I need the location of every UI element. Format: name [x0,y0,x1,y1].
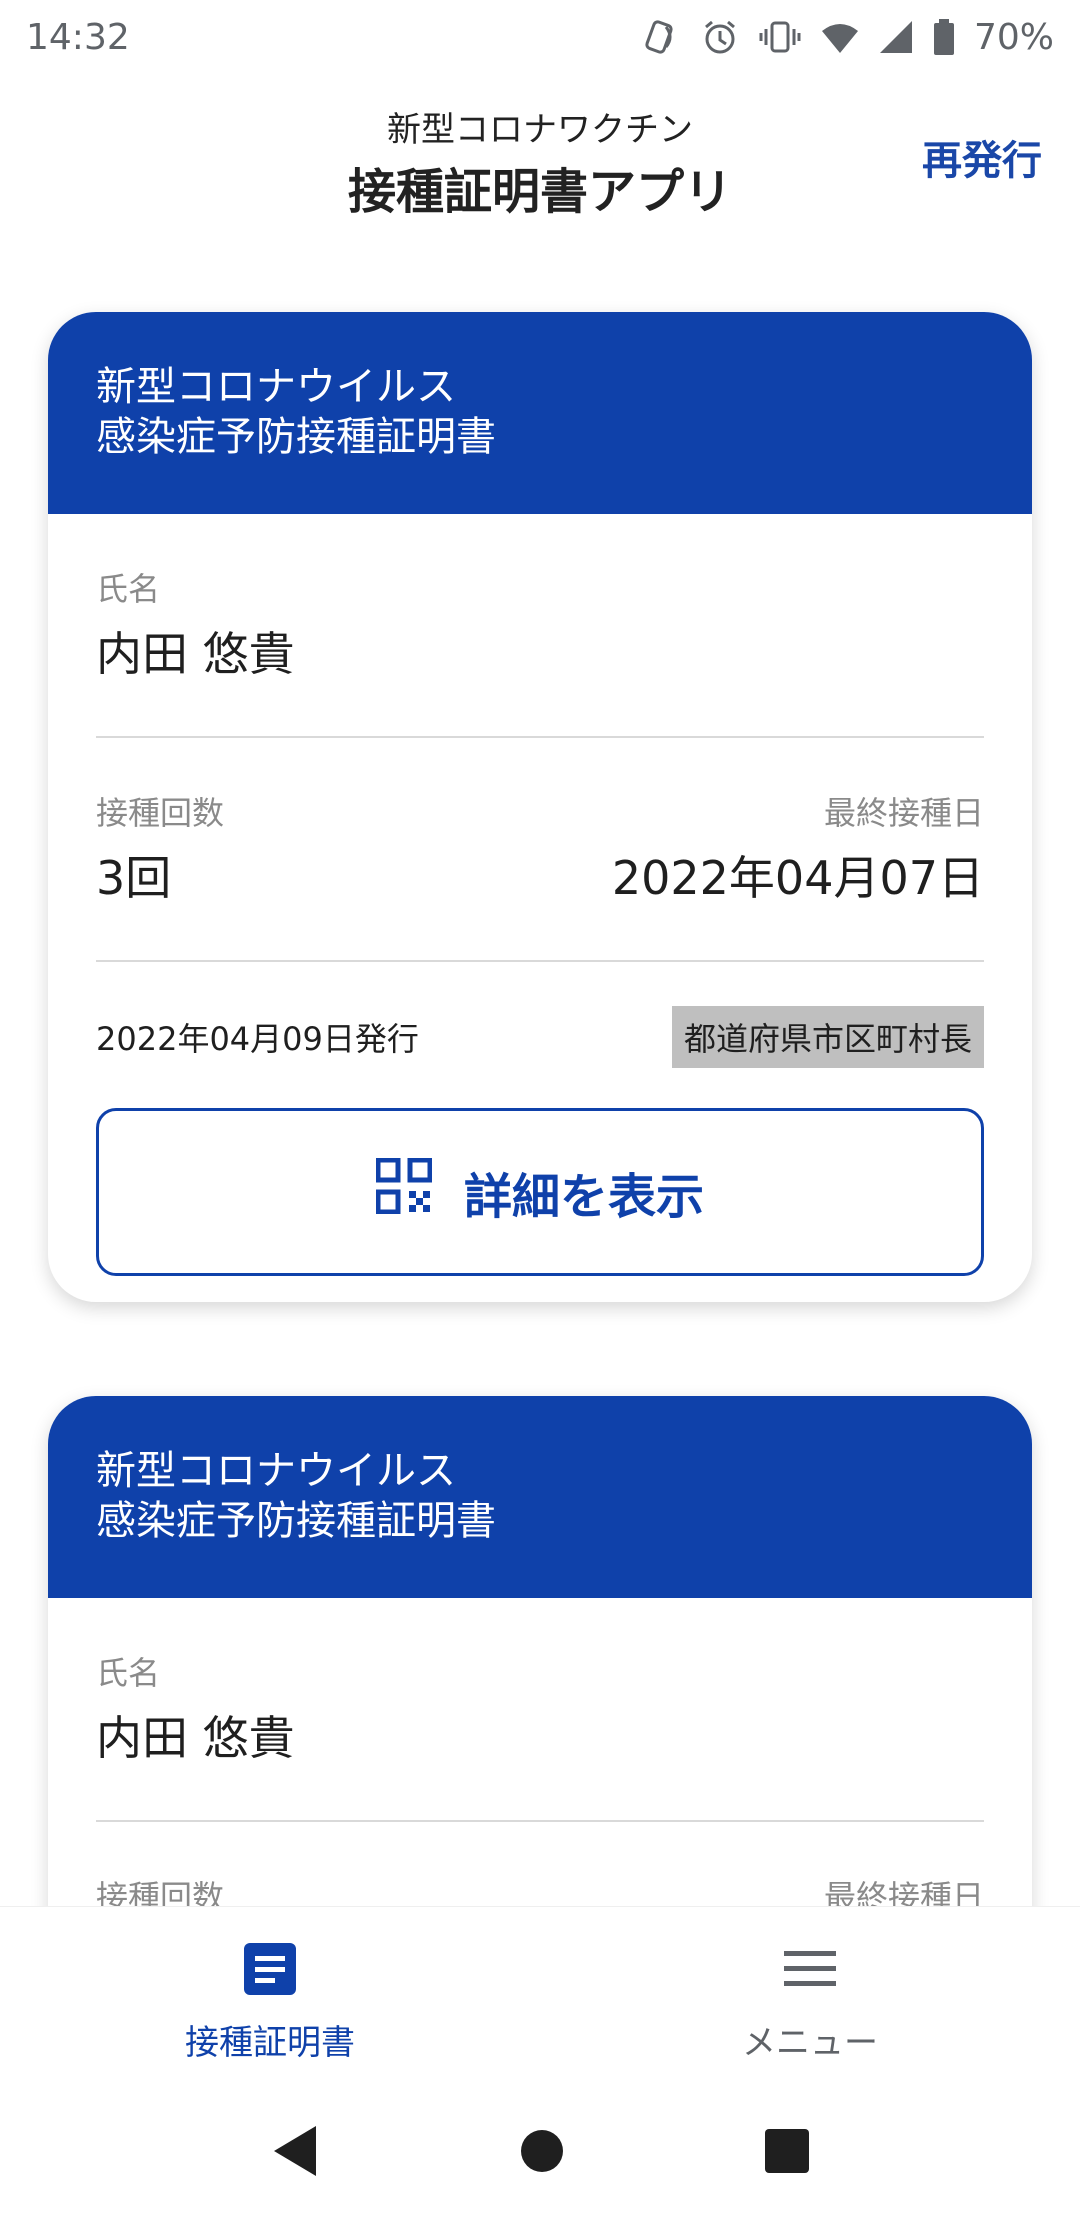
app-header: 新型コロナワクチン 接種証明書アプリ 再発行 [0,74,1080,234]
wifi-icon [820,17,860,57]
cell-signal-icon [878,17,914,57]
show-details-button[interactable]: 詳細を表示 [96,1108,984,1276]
dose-info-row: 接種回数 最終接種日 3回 2022年04月07日 [96,738,984,908]
dose-count-label: 接種回数 [96,794,225,832]
certificate-title-line2: 感染症予防接種証明書 [96,414,496,460]
issuer-badge: 都道府県市区町村長 [671,1006,984,1068]
issue-row: 2022年04月09日発行 都道府県市区町村長 [96,1006,984,1068]
header-subtitle: 新型コロナワクチン [387,110,693,150]
nav-label-certificates: 接種証明書 [185,2023,355,2063]
last-date-label: 最終接種日 [823,1878,984,1906]
battery-icon [932,17,956,57]
status-time: 14:32 [26,16,130,58]
qr-code-icon [375,1157,433,1226]
last-date-label: 最終接種日 [823,794,984,832]
issue-date: 2022年04月09日発行 [96,1020,419,1058]
certificate-title-line2: 感染症予防接種証明書 [96,1498,496,1544]
nfc-icon [642,17,682,57]
back-icon[interactable] [270,2124,320,2182]
status-icons: 70% [642,17,1054,58]
certificate-card-body: 氏名 内田 悠貴 接種回数 最終接種日 3回 2022年04月07日 2022年… [48,514,1032,1276]
nav-item-certificates[interactable]: 接種証明書 [0,1907,540,2086]
name-field: 氏名 内田 悠貴 [96,514,984,684]
name-label: 氏名 [96,570,161,608]
name-value: 内田 悠貴 [96,1711,295,1765]
certificate-card-header: 新型コロナウイルス 感染症予防接種証明書 [48,1396,1032,1598]
name-field: 氏名 内田 悠貴 [96,1598,984,1768]
hamburger-menu-icon [782,1941,838,2001]
show-details-label: 詳細を表示 [463,1169,704,1225]
certificate-card: 新型コロナウイルス 感染症予防接種証明書 氏名 内田 悠貴 接種回数 最終接種日… [48,312,1032,1302]
last-date-value: 2022年04月07日 [611,851,984,905]
nav-label-menu: メニュー [742,2023,878,2063]
alarm-icon [700,17,740,57]
name-value: 内田 悠貴 [96,627,295,681]
certificate-title-line1: 新型コロナウイルス [96,364,456,410]
page-title: 接種証明書アプリ [347,164,732,220]
recents-icon[interactable] [764,2128,810,2178]
document-icon [242,1941,298,2001]
battery-percent: 70% [973,16,1054,58]
certificate-card-body: 氏名 内田 悠貴 接種回数 最終接種日 [48,1598,1032,1906]
certificate-card-header: 新型コロナウイルス 感染症予防接種証明書 [48,312,1032,514]
vibrate-icon [758,17,802,57]
certificate-list[interactable]: 新型コロナウイルス 感染症予防接種証明書 氏名 内田 悠貴 接種回数 最終接種日… [0,234,1080,1906]
bottom-nav: 接種証明書 メニュー [0,1906,1080,2086]
dose-count-label: 接種回数 [96,1878,225,1906]
certificate-card: 新型コロナウイルス 感染症予防接種証明書 氏名 内田 悠貴 接種回数 最終接種日 [48,1396,1032,1906]
nav-item-menu[interactable]: メニュー [540,1907,1080,2086]
divider [96,960,984,962]
home-icon[interactable] [520,2129,564,2177]
reissue-button[interactable]: 再発行 [922,128,1042,186]
system-nav-bar [0,2086,1080,2220]
screen: 14:32 70% 新型コロナワクチン 接種証明書アプリ 再発行 新型コロナウイ… [0,0,1080,2220]
certificate-title-line1: 新型コロナウイルス [96,1448,456,1494]
name-label: 氏名 [96,1654,161,1692]
dose-info-row: 接種回数 最終接種日 [96,1822,984,1906]
status-bar: 14:32 70% [0,0,1080,74]
dose-count-value: 3回 [96,851,172,905]
